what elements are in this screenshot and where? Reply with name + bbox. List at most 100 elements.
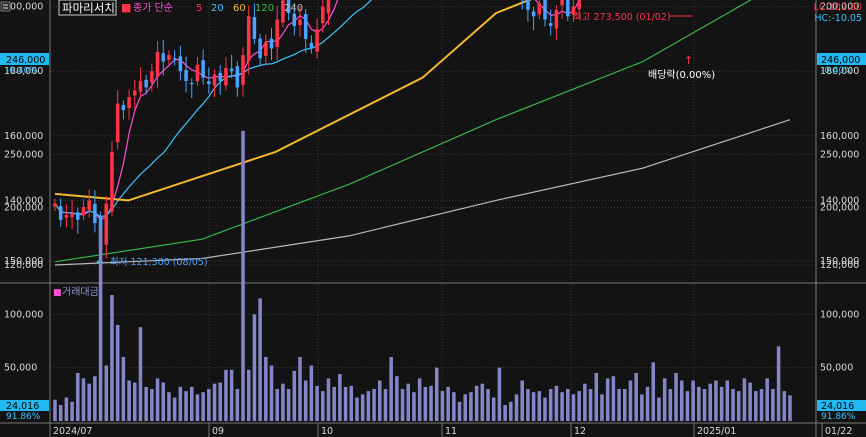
volume-bar	[224, 369, 228, 421]
candle-body	[218, 72, 222, 81]
volume-bar	[679, 380, 684, 421]
volume-bar	[144, 386, 148, 421]
volume-bar	[309, 365, 314, 421]
volume-pct-right: 91.86%	[821, 412, 856, 422]
volume-bar	[292, 370, 297, 421]
candle-body	[189, 82, 194, 85]
volume-bar	[503, 405, 507, 421]
candle-body	[537, 3, 542, 15]
volume-bar	[178, 386, 183, 421]
volume-bar	[702, 389, 707, 421]
volume-bar	[349, 385, 354, 421]
volume-bar	[275, 389, 279, 421]
volume-bar	[657, 397, 661, 421]
price-tick-left: 160,000	[4, 131, 43, 142]
candle-body	[548, 23, 553, 26]
candle-body	[150, 71, 154, 83]
volume-bar	[76, 373, 80, 421]
ma-legend-item: 5	[196, 3, 202, 14]
volume-bar	[520, 380, 524, 421]
volume-bar	[685, 391, 690, 421]
candle-body	[292, 13, 297, 26]
volume-bar	[241, 130, 245, 421]
volume-bar	[537, 391, 542, 421]
volume-bar	[748, 382, 752, 421]
volume-bar	[623, 389, 627, 421]
volume-bar	[771, 389, 775, 421]
volume-tick-right: 50,000	[820, 363, 853, 374]
volume-bar	[121, 357, 126, 421]
volume-bar	[429, 385, 433, 421]
volume-bar	[708, 383, 712, 421]
volume-bar	[491, 397, 496, 421]
candle-body	[76, 212, 80, 220]
volume-bar	[434, 367, 439, 421]
volume-tick-left: 200,000	[4, 203, 43, 214]
change-right: -0.40%	[821, 66, 853, 76]
volume-bar	[383, 389, 388, 421]
candle-body	[144, 79, 148, 88]
volume-bar	[246, 369, 251, 421]
volume-bar	[281, 383, 285, 421]
volume-bar	[395, 376, 399, 421]
menu-grid-icon[interactable]	[0, 1, 11, 12]
volume-bar	[474, 385, 479, 421]
volume-bar	[457, 401, 462, 421]
volume-bar	[252, 314, 257, 421]
volume-bar	[725, 380, 730, 421]
candle-body	[246, 16, 251, 61]
volume-bar	[150, 389, 154, 421]
volume-bar	[588, 389, 593, 421]
volume-bar	[400, 389, 405, 421]
volume-bar	[212, 383, 217, 421]
volume-bar	[640, 394, 644, 421]
volume-bar	[736, 391, 741, 421]
date-tick-label: 12	[574, 426, 586, 437]
volume-bar	[480, 383, 485, 421]
candle-body	[566, 0, 570, 17]
lc-label: LC:102.80	[814, 2, 862, 13]
date-tick-label: 10	[321, 426, 333, 437]
ma-legend-item: 120	[255, 3, 274, 14]
volume-bar	[714, 380, 718, 421]
indicator-label: 종가 단순	[133, 2, 173, 14]
candle-body	[172, 58, 177, 60]
volume-bar	[634, 373, 638, 421]
volume-bar	[554, 385, 559, 421]
volume-bar	[87, 383, 91, 421]
volume-bar	[577, 391, 581, 421]
volume-bar	[560, 392, 564, 421]
volume-bar	[668, 389, 673, 421]
stock-chart[interactable]: 120,000 120,000140,000 140,000160,000 160,0…	[0, 0, 866, 437]
candle-body	[70, 213, 74, 218]
candle-body	[258, 38, 262, 59]
candle-body	[138, 80, 143, 92]
candle-body	[93, 203, 97, 224]
volume-bar	[776, 346, 781, 421]
candle-body	[526, 0, 530, 10]
volume-bar	[406, 383, 411, 421]
candle-body	[58, 206, 63, 220]
volume-bar	[486, 389, 490, 421]
volume-bar	[765, 378, 769, 421]
volume-bar	[423, 386, 428, 421]
candle-body	[264, 42, 268, 56]
candle-body	[560, 0, 564, 6]
volume-bar	[70, 401, 74, 421]
hc-label: HC:-10.05	[814, 13, 862, 24]
volume-bar	[440, 391, 445, 421]
volume-badge-right-text: 24,016	[821, 401, 854, 412]
candle-body	[87, 200, 91, 211]
low-annotation: 최저 121,300 (08/05)	[110, 257, 208, 268]
candle-body	[252, 17, 257, 39]
candle-body	[326, 0, 331, 14]
price-badge-right-text: 246,000	[821, 55, 860, 66]
volume-bar	[218, 382, 222, 421]
volume-bar	[691, 380, 695, 421]
volume-bar	[742, 378, 747, 421]
candle-body	[229, 68, 234, 72]
candle-body	[178, 56, 183, 72]
volume-bar	[611, 376, 616, 421]
candle-body	[309, 42, 314, 49]
candle-body	[298, 19, 302, 26]
